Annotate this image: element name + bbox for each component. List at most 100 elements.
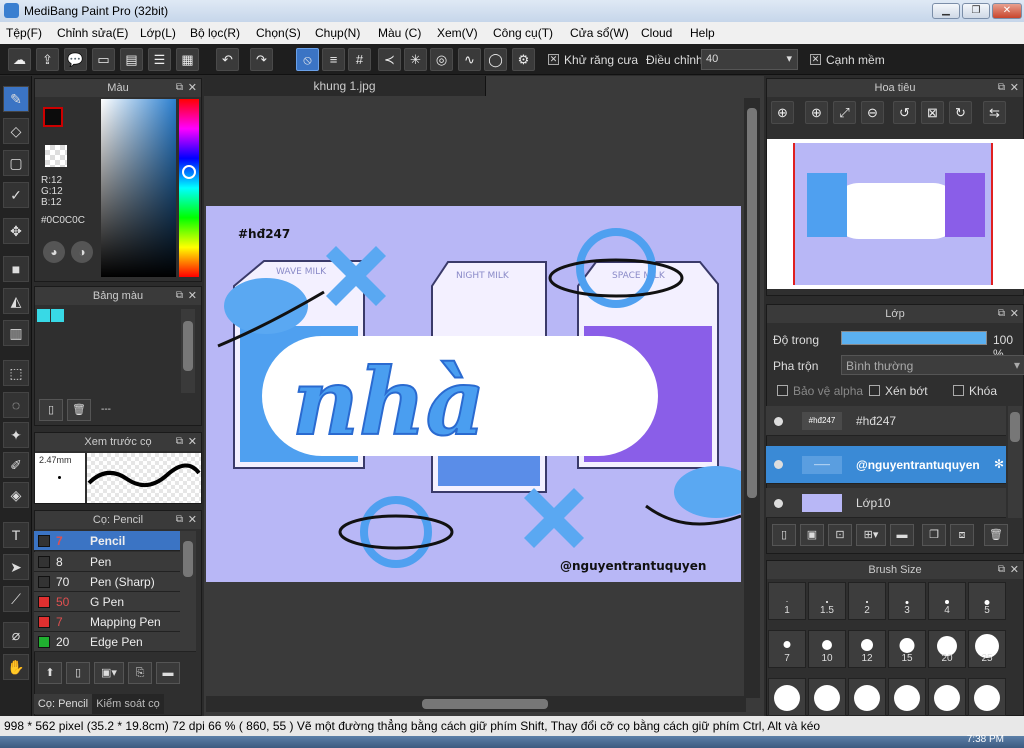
detach-icon[interactable]: ⧉ <box>998 79 1005 97</box>
text-tool-icon[interactable]: T <box>3 522 29 548</box>
move-tool-icon[interactable]: ✥ <box>3 218 29 244</box>
brush-size-option[interactable]: 3 <box>888 582 926 620</box>
delete-layer-icon[interactable]: 🗑 <box>984 524 1008 546</box>
restore-button[interactable]: ❐ <box>962 3 990 19</box>
zoom-out-icon[interactable]: ⊖ <box>861 101 884 124</box>
close-icon[interactable]: ✕ <box>1010 79 1019 97</box>
operation-tool-icon[interactable]: ➤ <box>3 554 29 580</box>
document-icon[interactable]: ▤ <box>120 48 143 71</box>
scroll-thumb[interactable] <box>422 699 548 709</box>
menu-filter[interactable]: Bộ lọc(R) <box>190 26 240 40</box>
brush-menu-icon[interactable]: ▣▾ <box>94 662 124 684</box>
no-snap-icon[interactable]: ⦸ <box>296 48 319 71</box>
navigator-viewport[interactable] <box>793 143 993 285</box>
brush-size-option[interactable] <box>768 678 806 716</box>
close-icon[interactable]: ✕ <box>1010 305 1019 323</box>
brush-item[interactable]: 7Pencil✻ <box>34 531 196 551</box>
reset-rotate-icon[interactable]: ⊠ <box>921 101 944 124</box>
fit-icon[interactable]: ⤢ <box>833 101 856 124</box>
foreground-color-swatch[interactable] <box>43 107 63 127</box>
close-icon[interactable]: ✕ <box>188 433 197 451</box>
protect-alpha-checkbox[interactable] <box>777 385 788 396</box>
menu-select[interactable]: Chọn(S) <box>256 26 301 40</box>
brush-size-option[interactable] <box>888 678 926 716</box>
select-tool-icon[interactable]: ⬚ <box>3 360 29 386</box>
brush-size-option[interactable]: 1 <box>768 582 806 620</box>
brush-size-option[interactable]: 25 <box>968 630 1006 668</box>
brush-item[interactable]: 7 Mapping Pen <box>34 612 196 632</box>
merge-layer-icon[interactable]: ⧈ <box>950 524 974 546</box>
palette-icon[interactable]: ◕ <box>43 241 65 263</box>
select-eraser-tool-icon[interactable]: ◈ <box>3 482 29 508</box>
bucket-tool-icon[interactable]: ◭ <box>3 288 29 314</box>
tab-brush[interactable]: Cọ: Pencil <box>34 694 92 714</box>
scroll-thumb[interactable] <box>747 108 757 498</box>
transparent-swatch[interactable] <box>45 145 67 167</box>
radial-snap-icon[interactable]: ✳ <box>404 48 427 71</box>
close-icon[interactable]: ✕ <box>188 79 197 97</box>
detach-icon[interactable]: ⧉ <box>176 79 183 97</box>
layer-row[interactable]: #hđ247 #hđ247 <box>766 406 1006 436</box>
brush-tool-icon[interactable]: ✎ <box>3 86 29 112</box>
undo-icon[interactable]: ↶ <box>216 48 239 71</box>
hue-slider[interactable] <box>179 99 199 277</box>
detach-icon[interactable]: ⧉ <box>998 305 1005 323</box>
brush-item[interactable]: 20 Edge Pen <box>34 632 196 652</box>
comment-icon[interactable]: 💬 <box>64 48 87 71</box>
opacity-slider[interactable] <box>841 331 987 345</box>
scroll-thumb[interactable] <box>183 541 193 577</box>
lock-checkbox[interactable] <box>953 385 964 396</box>
menu-snap[interactable]: Chụp(N) <box>315 26 360 40</box>
folder-icon[interactable]: ▬ <box>890 524 914 546</box>
share-icon[interactable]: ⇪ <box>36 48 59 71</box>
lasso-tool-icon[interactable]: ◌ <box>3 392 29 418</box>
eye-icon[interactable] <box>774 460 783 469</box>
curve-snap-icon[interactable]: ∿ <box>458 48 481 71</box>
eye-icon[interactable] <box>774 499 783 508</box>
blend-select[interactable]: Bình thường ▾ <box>841 355 1024 375</box>
add-brush-icon[interactable]: ⬆ <box>38 662 62 684</box>
menu-edit[interactable]: Chỉnh sửa(E) <box>57 26 128 40</box>
brush-item[interactable]: 8 Pen <box>34 552 196 572</box>
brush-settings-icon[interactable]: ⎘ <box>128 662 152 684</box>
snap-settings-icon[interactable]: ⚙ <box>512 48 535 71</box>
brush-size-option[interactable] <box>928 678 966 716</box>
new-layer-icon[interactable]: ▯ <box>772 524 796 546</box>
new-brush-icon[interactable]: ▯ <box>66 662 90 684</box>
layer-row-selected[interactable]: —— @nguyentrantuquyen ✻ <box>766 446 1006 484</box>
rotate-left-icon[interactable]: ↺ <box>893 101 916 124</box>
new-1bit-layer-icon[interactable]: ⊡ <box>828 524 852 546</box>
menu-view[interactable]: Xem(V) <box>437 26 478 40</box>
menu-file[interactable]: Tệp(F) <box>6 26 42 40</box>
ellipse-snap-icon[interactable]: ◯ <box>484 48 507 71</box>
horizontal-scrollbar[interactable] <box>206 696 746 712</box>
zoom-plus-icon[interactable]: ⊕ <box>805 101 828 124</box>
brush-item[interactable]: 70 Pen (Sharp) <box>34 572 196 592</box>
close-icon[interactable]: ✕ <box>188 287 197 305</box>
new-halftone-layer-icon[interactable]: ▣ <box>800 524 824 546</box>
saturation-value-box[interactable] <box>101 99 176 277</box>
list-icon[interactable]: ☰ <box>148 48 171 71</box>
brush-item[interactable]: 50 G Pen <box>34 592 196 612</box>
zoom-in-icon[interactable]: ⊕ <box>771 101 794 124</box>
parallel-snap-icon[interactable]: ≡ <box>322 48 345 71</box>
speech-icon[interactable]: ▭ <box>92 48 115 71</box>
color-picker-icon[interactable]: ◑ <box>71 241 93 263</box>
scroll-thumb[interactable] <box>1010 412 1020 442</box>
menu-help[interactable]: Help <box>690 26 715 40</box>
magic-wand-tool-icon[interactable]: ✦ <box>3 422 29 448</box>
select-pen-tool-icon[interactable]: ✐ <box>3 452 29 478</box>
detach-icon[interactable]: ⧉ <box>176 433 183 451</box>
smooth-edge-checkbox[interactable]: ✕ <box>810 54 821 65</box>
clipping-checkbox[interactable] <box>869 385 880 396</box>
brush-size-option[interactable]: 12 <box>848 630 886 668</box>
brush-size-option[interactable]: 2 <box>848 582 886 620</box>
close-icon[interactable]: ✕ <box>188 511 197 529</box>
adjust-select[interactable]: 40 ▾ <box>701 49 798 70</box>
detach-icon[interactable]: ⧉ <box>176 287 183 305</box>
menu-cloud[interactable]: Cloud <box>641 26 672 40</box>
perspective-snap-icon[interactable]: ≺ <box>378 48 401 71</box>
menu-tools[interactable]: Công cụ(T) <box>493 26 553 40</box>
layer-scrollbar[interactable] <box>1008 406 1022 518</box>
navigator-preview[interactable] <box>767 139 1024 289</box>
